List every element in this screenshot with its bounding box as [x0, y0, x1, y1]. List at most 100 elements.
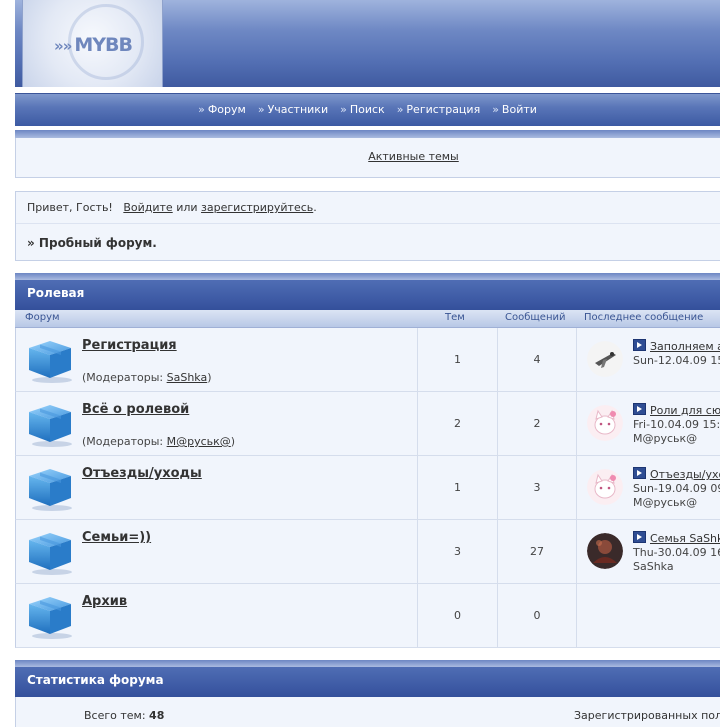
last-post-link[interactable]: Заполняем а: [650, 340, 720, 353]
logo[interactable]: »» MYBB: [54, 34, 133, 56]
last-post-cell: Заполняем а Sun-12.04.09 15: [577, 328, 720, 391]
nav-search[interactable]: » Поиск: [334, 103, 391, 116]
forum-box-icon: [26, 338, 74, 384]
last-post-topic: Заполняем а: [633, 339, 720, 353]
forum-topics-cell: 3: [418, 520, 498, 583]
register-link[interactable]: зарегистрируйтесь: [201, 201, 313, 214]
stats-title: Статистика форума: [27, 673, 164, 687]
divider: [16, 223, 720, 224]
forum-title-link[interactable]: Архив: [82, 594, 127, 609]
forum-box-icon: [26, 594, 74, 640]
stats-topics-value: 48: [149, 709, 165, 722]
forum-info-cell: Всё о ролевой (Модераторы: М@руськ@): [16, 392, 418, 455]
forum-title-link[interactable]: Отъезды/уходы: [82, 466, 202, 481]
login-link[interactable]: Войдите: [123, 201, 172, 214]
category-header: [15, 280, 720, 310]
active-topics-row: Активные темы: [15, 150, 720, 163]
last-post-author: SaShka: [633, 560, 674, 573]
post-count: 2: [533, 417, 541, 430]
last-post-topic: Отъезды/ухо: [633, 467, 720, 481]
forum-row: Семьи=)) 3 27 Семья SaShk Thu-30.04.09 16 SaS…: [15, 520, 720, 584]
post-count: 3: [533, 481, 541, 494]
stats-topics: Всего тем: 48: [84, 709, 165, 722]
column-last-post: Последнее сообщение: [584, 312, 704, 323]
last-post-topic: Роли для сю: [633, 403, 720, 417]
avatar[interactable]: [587, 341, 623, 377]
forum-row: Всё о ролевой (Модераторы: М@руськ@) 2 2 Рол…: [15, 392, 720, 456]
double-arrow-icon: »: [396, 102, 404, 116]
greeting: Привет, Гость!: [27, 201, 113, 214]
post-count: 27: [530, 545, 544, 558]
topic-count: 3: [454, 545, 461, 558]
active-topics-link[interactable]: Активные темы: [368, 150, 459, 163]
last-post-date: Fri-10.04.09 15:: [633, 418, 720, 431]
topic-count: 1: [454, 353, 461, 366]
last-post-cell: Отъезды/ухо Sun-19.04.09 09 М@руськ@: [577, 456, 720, 519]
forum-box-icon: [26, 402, 74, 448]
forum-box-icon: [26, 530, 74, 576]
nav-menu: » Форум » Участники » Поиск » Регистрация » В…: [15, 93, 720, 125]
last-post-link[interactable]: Отъезды/ухо: [650, 468, 720, 481]
last-post-cell: Роли для сю Fri-10.04.09 15: М@руськ@: [577, 392, 720, 455]
avatar[interactable]: [587, 533, 623, 569]
forum-box-icon: [26, 466, 74, 512]
stats-registered: Зарегистрированных пол: [574, 709, 720, 722]
double-arrow-icon: »: [198, 102, 205, 116]
nav-members[interactable]: » Участники: [252, 103, 334, 116]
welcome-line: Привет, Гость! Войдите или зарегистрируй…: [27, 201, 317, 214]
last-post-cell: Семья SaShk Thu-30.04.09 16 SaShka: [577, 520, 720, 583]
topic-count: 2: [454, 417, 461, 430]
last-post-topic: Семья SaShk: [633, 531, 720, 545]
forum-topics-cell: 1: [418, 456, 498, 519]
breadcrumb[interactable]: » Пробный форум.: [27, 236, 157, 250]
forum-topics-cell: 0: [418, 584, 498, 647]
last-post-link[interactable]: Роли для сю: [650, 404, 720, 417]
forum-title-link[interactable]: Семьи=)): [82, 530, 151, 545]
last-post-author: М@руськ@: [633, 432, 698, 445]
last-post-cell: [577, 584, 720, 647]
forum-row: Архив 0 0: [15, 584, 720, 648]
last-post-author: М@руськ@: [633, 496, 698, 509]
forum-row: Отъезды/уходы 1 3 Отъезды/ухо Sun-19.04.09 0…: [15, 456, 720, 520]
forum-posts-cell: 4: [498, 328, 577, 391]
forum-moderators: (Модераторы: SaShka): [82, 371, 212, 384]
double-arrow-icon: »: [257, 102, 265, 116]
last-post-date: Sun-12.04.09 15: [633, 354, 720, 367]
section-strip: [15, 660, 720, 667]
topic-count: 0: [454, 609, 461, 622]
forum-info-cell: Регистрация (Модераторы: SaShka): [16, 328, 418, 391]
forum-posts-cell: 0: [498, 584, 577, 647]
nav-forum[interactable]: » Форум: [192, 103, 252, 116]
nav-register[interactable]: » Регистрация: [391, 103, 487, 116]
forum-topics-cell: 2: [418, 392, 498, 455]
moderator-link[interactable]: М@руськ@: [167, 435, 231, 448]
post-count: 4: [533, 353, 541, 366]
topic-count: 1: [454, 481, 461, 494]
forum-posts-cell: 3: [498, 456, 577, 519]
go-to-post-icon[interactable]: [633, 339, 646, 351]
forum-list: Регистрация (Модераторы: SaShka) 1 4 Заполня…: [15, 328, 720, 648]
double-arrow-icon: »: [340, 102, 347, 116]
avatar[interactable]: [587, 405, 623, 441]
go-to-post-icon[interactable]: [633, 531, 646, 543]
last-post-date: Thu-30.04.09 16: [633, 546, 720, 559]
column-posts: Сообщений: [505, 312, 566, 323]
go-to-post-icon[interactable]: [633, 403, 646, 415]
last-post-date: Sun-19.04.09 09: [633, 482, 720, 495]
forum-title-link[interactable]: Регистрация: [82, 338, 177, 353]
nav-login[interactable]: » Войти: [486, 103, 543, 116]
forum-posts-cell: 2: [498, 392, 577, 455]
avatar[interactable]: [587, 469, 623, 505]
post-count: 0: [533, 609, 541, 622]
forum-info-cell: Семьи=)): [16, 520, 418, 583]
section-strip: [15, 273, 720, 280]
forum-moderators: (Модераторы: М@руськ@): [82, 435, 236, 448]
forum-title-link[interactable]: Всё о ролевой: [82, 402, 189, 417]
go-to-post-icon[interactable]: [633, 467, 646, 479]
section-strip: [15, 130, 720, 138]
or-text: или: [176, 201, 198, 214]
forum-posts-cell: 27: [498, 520, 577, 583]
last-post-link[interactable]: Семья SaShk: [650, 532, 720, 545]
moderator-link[interactable]: SaShka: [167, 371, 208, 384]
logo-text: MYBB: [74, 34, 133, 56]
